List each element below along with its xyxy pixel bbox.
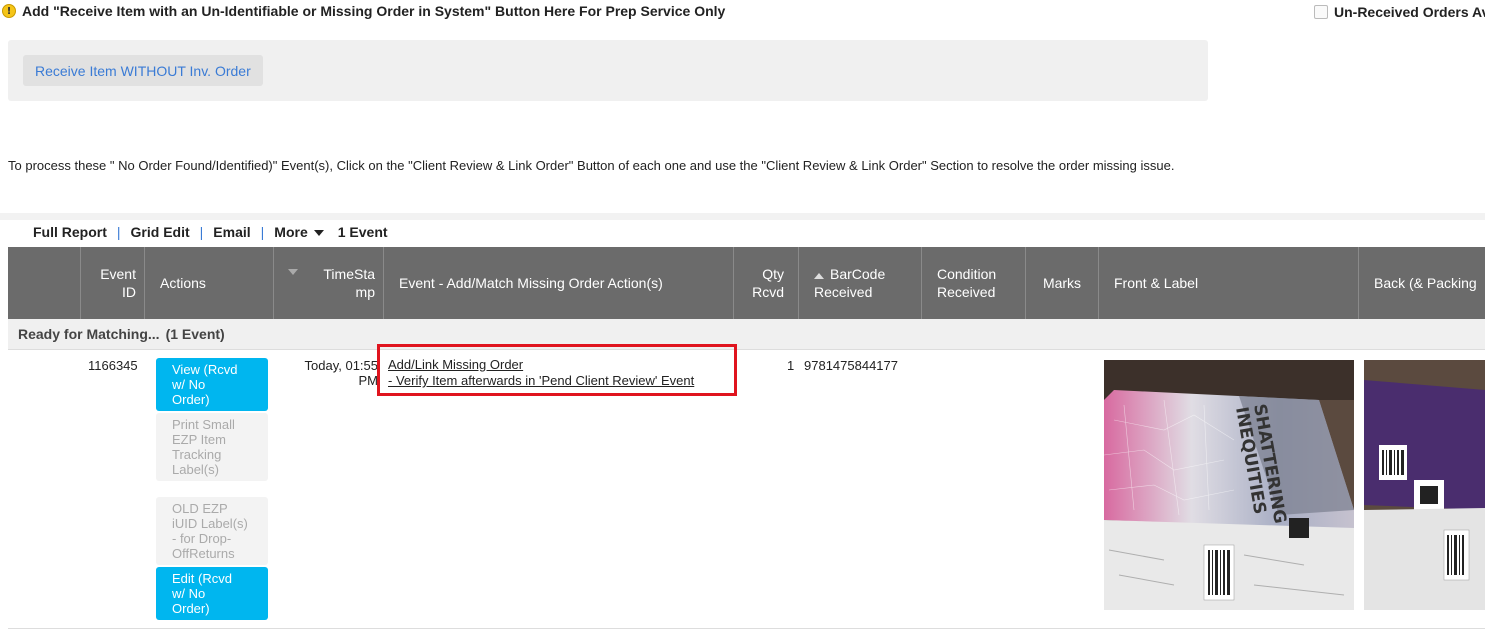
column-actions[interactable]: Actions [144, 247, 273, 319]
more-label: More [274, 224, 308, 240]
toolbar-separator: | [199, 224, 204, 240]
toolbar-separator: | [116, 224, 121, 240]
email-link[interactable]: Email [213, 224, 250, 240]
receive-without-order-button[interactable]: Receive Item WITHOUT Inv. Order [23, 55, 263, 86]
column-event-id[interactable]: Event ID [80, 247, 144, 319]
event-action-links: Add/Link Missing Order - Verify Item aft… [388, 357, 694, 389]
back-photo-image [1364, 360, 1485, 610]
sort-down-icon [288, 269, 298, 275]
event-id-cell: 1166345 [88, 358, 138, 373]
print-tracking-label-button[interactable]: Print Small EZP Item Tracking Label(s) [156, 413, 268, 481]
edit-rcvd-no-order-button[interactable]: Edit (Rcvd w/ No Order) [156, 567, 268, 620]
grid-header: Event ID Actions TimeSta mp Event - Add/Ma… [8, 247, 1485, 319]
event-count: 1 Event [337, 224, 388, 240]
more-menu[interactable]: More [274, 224, 324, 240]
view-rcvd-no-order-button[interactable]: View (Rcvd w/ No Order) [156, 358, 268, 411]
report-toolbar: Full Report | Grid Edit | Email | More 1… [33, 224, 388, 240]
back-packing-photo[interactable] [1364, 360, 1485, 610]
front-photo-image: SHATTERING INEQUITIES [1104, 360, 1354, 610]
notice-text: Add "Receive Item with an Un-Identifiabl… [22, 3, 726, 19]
column-condition[interactable]: Condition Received [921, 247, 1025, 319]
column-qty-rcvd[interactable]: Qty Rcvd [733, 247, 798, 319]
sort-up-icon [814, 273, 824, 279]
column-marks[interactable]: Marks [1025, 247, 1098, 319]
group-label: Ready for Matching... [18, 326, 160, 342]
full-report-link[interactable]: Full Report [33, 224, 107, 240]
timestamp-cell: Today, 01:55 PM [304, 358, 378, 388]
receive-panel: Receive Item WITHOUT Inv. Order [8, 40, 1208, 101]
add-link-missing-order-link[interactable]: Add/Link Missing Order [388, 357, 694, 373]
unreceived-orders-toggle[interactable]: Un-Received Orders Ava [1314, 4, 1485, 20]
column-select [8, 247, 80, 319]
prep-service-notice: ! Add "Receive Item with an Un-Identifia… [2, 3, 725, 19]
row-bottom-border [8, 628, 1485, 629]
qty-rcvd-cell: 1 [787, 358, 795, 373]
barcode-cell: 9781475844177 [804, 358, 898, 373]
toolbar-separator: | [260, 224, 265, 240]
verify-item-link[interactable]: - Verify Item afterwards in 'Pend Client… [388, 373, 694, 389]
group-ready-for-matching[interactable]: Ready for Matching... (1 Event) [8, 319, 1485, 350]
column-event-action[interactable]: Event - Add/Match Missing Order Action(s… [383, 247, 733, 319]
unreceived-orders-label: Un-Received Orders Ava [1334, 4, 1485, 20]
section-divider [0, 213, 1485, 220]
front-label-photo[interactable]: SHATTERING INEQUITIES [1104, 360, 1354, 610]
group-count: (1 Event) [165, 326, 225, 342]
column-back-packing[interactable]: Back (& Packing [1358, 247, 1485, 319]
info-icon: ! [2, 4, 16, 18]
instructions-text: To process these " No Order Found/Identi… [8, 158, 1175, 173]
column-timestamp[interactable]: TimeSta mp [273, 247, 383, 319]
unreceived-orders-checkbox[interactable] [1314, 5, 1328, 19]
old-ezp-iuid-label-button[interactable]: OLD EZP iUID Label(s) - for Drop- OffRet… [156, 497, 268, 565]
column-front-label[interactable]: Front & Label [1098, 247, 1358, 319]
grid-edit-link[interactable]: Grid Edit [131, 224, 190, 240]
column-barcode[interactable]: BarCode Received [798, 247, 921, 319]
caret-down-icon [313, 230, 324, 237]
